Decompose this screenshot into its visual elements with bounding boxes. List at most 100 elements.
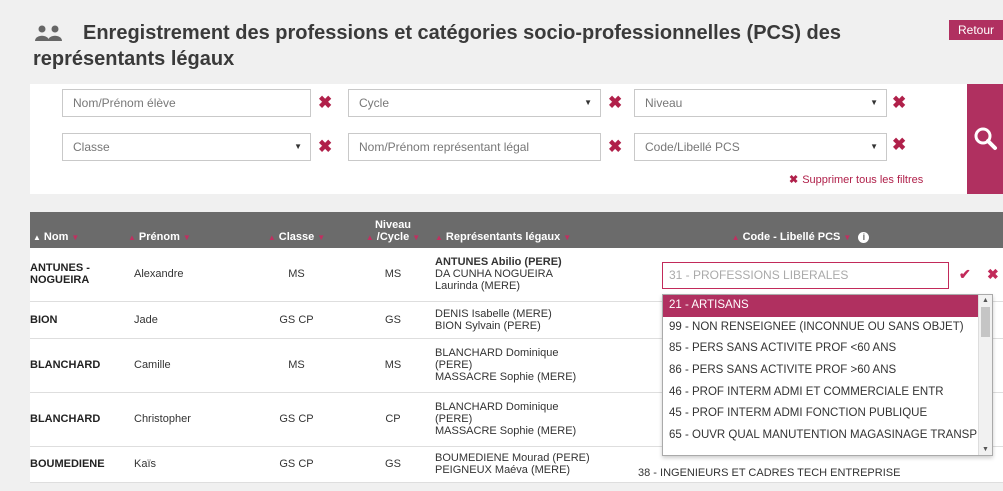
cell-prenom: Christopher	[110, 392, 240, 447]
clear-niveau-icon[interactable]: ✖	[892, 94, 906, 111]
classe-placeholder: Classe	[73, 140, 110, 154]
niveau-placeholder: Niveau	[645, 96, 683, 110]
representant-1: BLANCHARD Dominique (PERE)	[435, 347, 559, 371]
column-header-cycle-label: /Cycle	[376, 231, 410, 243]
check-icon[interactable]: ✔	[959, 266, 971, 283]
pcs-code-placeholder: Code/Libellé PCS	[645, 140, 740, 154]
representant-2: MASSACRE Sophie (MERE)	[435, 371, 577, 383]
cell-prenom: Kaïs	[110, 446, 240, 483]
dropdown-option[interactable]: 65 - OUVR QUAL MANUTENTION MAGASINAGE TR…	[663, 425, 992, 447]
dropdown-option[interactable]: 85 - PERS SANS ACTIVITE PROF <60 ANS	[663, 338, 992, 360]
chevron-down-icon: ▼	[870, 142, 878, 151]
pcs-edit-input[interactable]: 31 - PROFESSIONS LIBERALES	[662, 262, 949, 289]
cell-classe: MS	[240, 338, 353, 393]
clear-student-name-icon[interactable]: ✖	[318, 94, 332, 111]
representant-2: BION Sylvain (PERE)	[435, 319, 541, 332]
dropdown-option[interactable]: 86 - PERS SANS ACTIVITE PROF >60 ANS	[663, 360, 992, 382]
cell-representants: DENIS Isabelle (MERE) BION Sylvain (PERE)	[433, 301, 598, 339]
cell-niveau: GS	[353, 446, 433, 483]
cell-niveau: MS	[353, 248, 433, 302]
scroll-down-icon[interactable]: ▼	[982, 446, 989, 453]
cell-prenom: Jade	[110, 301, 240, 339]
column-header-representants-label: Représentants légaux	[445, 231, 561, 243]
pcs-value: 38 - INGENIEURS ET CADRES TECH ENTREPRIS…	[638, 466, 901, 479]
filter-icon: ▼	[563, 233, 572, 242]
clear-representative-icon[interactable]: ✖	[608, 138, 622, 155]
cell-representants: ANTUNES Abilio (PERE) DA CUNHA NOGUEIRA L…	[433, 248, 598, 302]
column-header-nom[interactable]: ▲ Nom ▼	[30, 212, 110, 248]
dropdown-scrollbar[interactable]: ▲ ▼	[978, 295, 992, 455]
dropdown-option[interactable]: 99 - NON RENSEIGNEE (INCONNUE OU SANS OB…	[663, 317, 992, 339]
column-header-prenom[interactable]: ▲ Prénom ▼	[110, 212, 240, 248]
cycle-placeholder: Cycle	[359, 96, 390, 110]
close-icon: ✖	[789, 174, 799, 186]
classe-select[interactable]: Classe ▼	[62, 133, 311, 161]
close-icon[interactable]: ✖	[987, 266, 999, 283]
student-name-filter[interactable]: Nom/Prénom élève	[62, 89, 311, 117]
sort-up-icon: ▲	[435, 233, 443, 242]
sort-up-icon: ▲	[267, 233, 276, 242]
cell-nom: BLANCHARD	[30, 392, 110, 447]
search-button[interactable]	[967, 84, 1003, 194]
column-header-nom-label: Nom	[43, 231, 69, 243]
filter-icon: ▼	[843, 233, 852, 242]
cell-classe: GS CP	[240, 446, 353, 483]
representative-name-filter[interactable]: Nom/Prénom représentant légal	[348, 133, 601, 161]
clear-all-label: Supprimer tous les filtres	[802, 174, 924, 186]
niveau-select[interactable]: Niveau ▼	[634, 89, 887, 117]
column-header-pcs-label: Code - Libellé PCS	[742, 231, 841, 243]
pcs-edit-placeholder: 31 - PROFESSIONS LIBERALES	[669, 268, 849, 282]
pcs-dropdown: 21 - ARTISANS 99 - NON RENSEIGNEE (INCON…	[662, 294, 993, 456]
scrollbar-thumb[interactable]	[981, 307, 990, 337]
filter-icon: ▼	[412, 233, 421, 242]
representative-placeholder: Nom/Prénom représentant légal	[359, 140, 530, 154]
clear-cycle-icon[interactable]: ✖	[608, 94, 622, 111]
cell-niveau: MS	[353, 338, 433, 393]
back-button[interactable]: Retour	[949, 20, 1003, 40]
chevron-down-icon: ▼	[584, 98, 592, 107]
cell-representants: BLANCHARD Dominique (PERE) MASSACRE Sophi…	[433, 338, 598, 393]
column-header-pcs[interactable]: ▲ Code - Libellé PCS ▼ i	[598, 212, 1003, 248]
search-icon	[974, 127, 997, 150]
representant-1: BOUMEDIENE Mourad (PERE)	[435, 452, 590, 464]
representant-1: BLANCHARD Dominique (PERE)	[435, 401, 559, 425]
representant-1: DENIS Isabelle (MERE)	[435, 307, 552, 320]
representant-2: PEIGNEUX Maéva (MERE)	[435, 464, 571, 476]
chevron-down-icon: ▼	[870, 98, 878, 107]
clear-all-filters-link[interactable]: ✖ Supprimer tous les filtres	[789, 173, 923, 186]
representant-2: DA CUNHA NOGUEIRA Laurinda (MERE)	[435, 268, 553, 293]
table-header-row: ▲ Nom ▼ ▲ Prénom ▼ ▲ Classe ▼ Niveau ▲/Cycle ▼ ▲…	[30, 212, 1003, 248]
pcs-code-select[interactable]: Code/Libellé PCS ▼	[634, 133, 887, 161]
column-header-representants[interactable]: ▲ Représentants légaux ▼	[433, 212, 598, 248]
clear-classe-icon[interactable]: ✖	[318, 138, 332, 155]
cell-nom: BION	[30, 301, 110, 339]
scroll-up-icon[interactable]: ▲	[982, 297, 989, 304]
page-title-line2: représentants légaux	[33, 48, 235, 70]
cell-prenom: Camille	[110, 338, 240, 393]
sort-up-icon: ▲	[731, 233, 740, 242]
representant-1: ANTUNES Abilio (PERE)	[435, 256, 562, 269]
cell-nom: BLANCHARD	[30, 338, 110, 393]
clear-pcs-code-icon[interactable]: ✖	[892, 136, 906, 153]
dropdown-option[interactable]: 21 - ARTISANS	[663, 295, 992, 317]
column-header-niveau-label: Niveau	[374, 219, 412, 231]
cycle-select[interactable]: Cycle ▼	[348, 89, 601, 117]
dropdown-option[interactable]: 46 - PROF INTERM ADMI ET COMMERCIALE ENT…	[663, 382, 992, 404]
filter-icon: ▼	[317, 233, 326, 242]
sort-up-icon: ▲	[365, 233, 374, 242]
sort-up-icon: ▲	[33, 233, 41, 242]
cell-prenom: Alexandre	[110, 248, 240, 302]
column-header-niveau[interactable]: Niveau ▲/Cycle ▼	[353, 212, 433, 248]
cell-classe: GS CP	[240, 301, 353, 339]
representant-2: MASSACRE Sophie (MERE)	[435, 425, 577, 437]
cell-representants: BOUMEDIENE Mourad (PERE) PEIGNEUX Maéva (…	[433, 446, 598, 483]
info-icon[interactable]: i	[858, 232, 870, 243]
filter-icon: ▼	[71, 233, 80, 242]
cell-representants: BLANCHARD Dominique (PERE) MASSACRE Sophi…	[433, 392, 598, 447]
column-header-prenom-label: Prénom	[138, 231, 180, 243]
dropdown-option[interactable]: 45 - PROF INTERM ADMI FONCTION PUBLIQUE	[663, 403, 992, 425]
page-title: Enregistrement des professions et catégo…	[33, 20, 933, 72]
cell-classe: GS CP	[240, 392, 353, 447]
cell-nom: BOUMEDIENE	[30, 446, 110, 483]
column-header-classe[interactable]: ▲ Classe ▼	[240, 212, 353, 248]
